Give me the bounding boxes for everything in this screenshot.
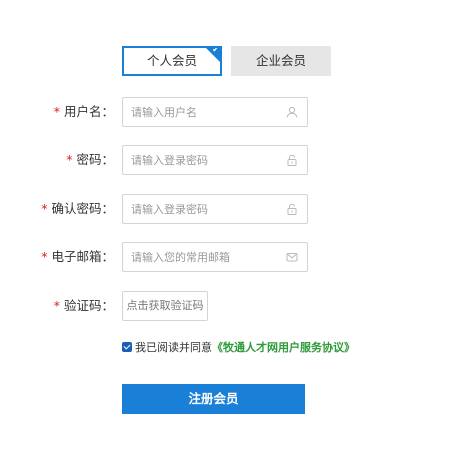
required-mark: *	[53, 298, 60, 313]
username-field[interactable]	[122, 97, 308, 127]
agreement-row: 我已阅读并同意《牧通人才网用户服务协议》	[122, 341, 355, 355]
required-mark: *	[53, 104, 60, 119]
check-icon: ✔	[212, 46, 219, 54]
tab-personal-member[interactable]: 个人会员 ✔	[122, 46, 222, 76]
password-label: * 密码：	[66, 152, 114, 167]
username-input[interactable]	[131, 98, 281, 126]
confirm-password-row: * 确认密码：	[0, 194, 450, 224]
required-mark: *	[41, 249, 48, 264]
email-label: * 电子邮箱：	[41, 249, 114, 264]
agreement-text: 我已阅读并同意	[135, 341, 212, 354]
password-row: * 密码：	[0, 145, 450, 175]
mail-icon	[286, 253, 298, 262]
confirm-password-label: * 确认密码：	[41, 201, 114, 216]
agreement-checkbox[interactable]	[122, 342, 132, 352]
email-row: * 电子邮箱：	[0, 242, 450, 272]
captcha-row: * 验证码： 点击获取验证码	[0, 291, 450, 321]
tab-personal-label: 个人会员	[146, 53, 197, 68]
password-field[interactable]	[122, 145, 308, 175]
tab-enterprise-member[interactable]: 企业会员	[231, 46, 331, 76]
tab-enterprise-label: 企业会员	[255, 53, 306, 68]
password-input[interactable]	[131, 146, 281, 174]
register-button[interactable]: 注册会员	[122, 384, 305, 414]
lock-icon	[287, 154, 297, 166]
email-field[interactable]	[122, 242, 308, 272]
lock-icon	[287, 203, 297, 215]
captcha-label: * 验证码：	[53, 298, 114, 313]
email-input[interactable]	[131, 243, 281, 271]
required-mark: *	[41, 201, 48, 216]
user-icon	[286, 106, 298, 118]
get-captcha-button[interactable]: 点击获取验证码	[122, 291, 208, 321]
confirm-password-input[interactable]	[131, 195, 281, 223]
username-label: * 用户名：	[53, 104, 114, 119]
confirm-password-field[interactable]	[122, 194, 308, 224]
required-mark: *	[66, 152, 73, 167]
username-row: * 用户名：	[0, 97, 450, 127]
service-agreement-link[interactable]: 《牧通人才网用户服务协议》	[212, 341, 355, 354]
